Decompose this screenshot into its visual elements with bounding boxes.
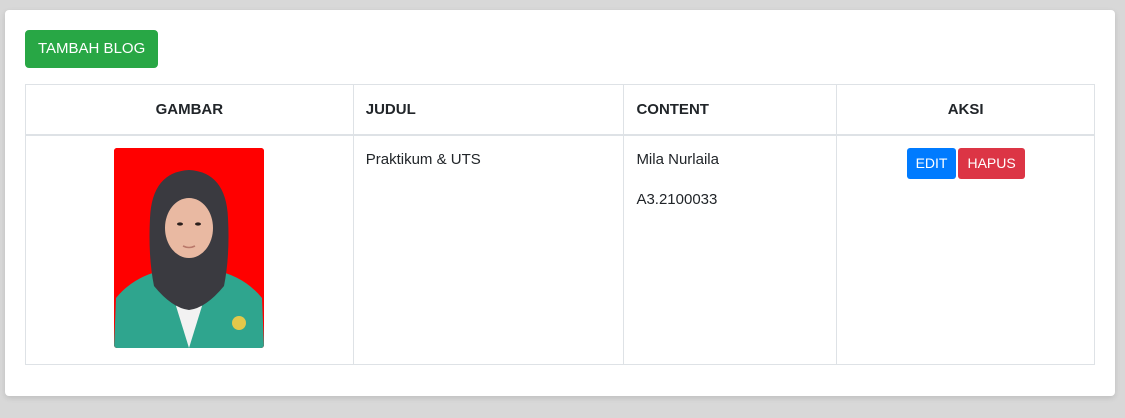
table-row: Praktikum & UTS Mila Nurlaila A3.2100033…	[25, 134, 1095, 365]
delete-button[interactable]: HAPUS	[958, 147, 1025, 179]
cell-aksi: EDIT HAPUS	[836, 134, 1095, 365]
blog-table: GAMBAR JUDUL CONTENT AKSI Praktikum & UT…	[25, 84, 1095, 365]
blog-card: TAMBAH BLOG GAMBAR JUDUL CONTENT AKSI Pr…	[5, 10, 1115, 396]
portrait-photo	[114, 147, 265, 348]
content-nim: A3.2100033	[636, 190, 718, 208]
add-blog-button[interactable]: TAMBAH BLOG	[25, 30, 159, 68]
header-aksi: AKSI	[836, 84, 1095, 136]
cell-judul: Praktikum & UTS	[352, 134, 625, 365]
header-judul: JUDUL	[352, 84, 625, 136]
table-header-row: GAMBAR JUDUL CONTENT AKSI	[25, 84, 1095, 136]
content-name: Mila Nurlaila	[636, 150, 719, 168]
header-gambar: GAMBAR	[25, 84, 354, 136]
cell-content: Mila Nurlaila A3.2100033	[623, 134, 838, 365]
edit-button[interactable]: EDIT	[906, 147, 957, 179]
blog-title: Praktikum & UTS	[365, 150, 481, 168]
cell-gambar	[25, 134, 354, 365]
header-content: CONTENT	[623, 84, 838, 136]
